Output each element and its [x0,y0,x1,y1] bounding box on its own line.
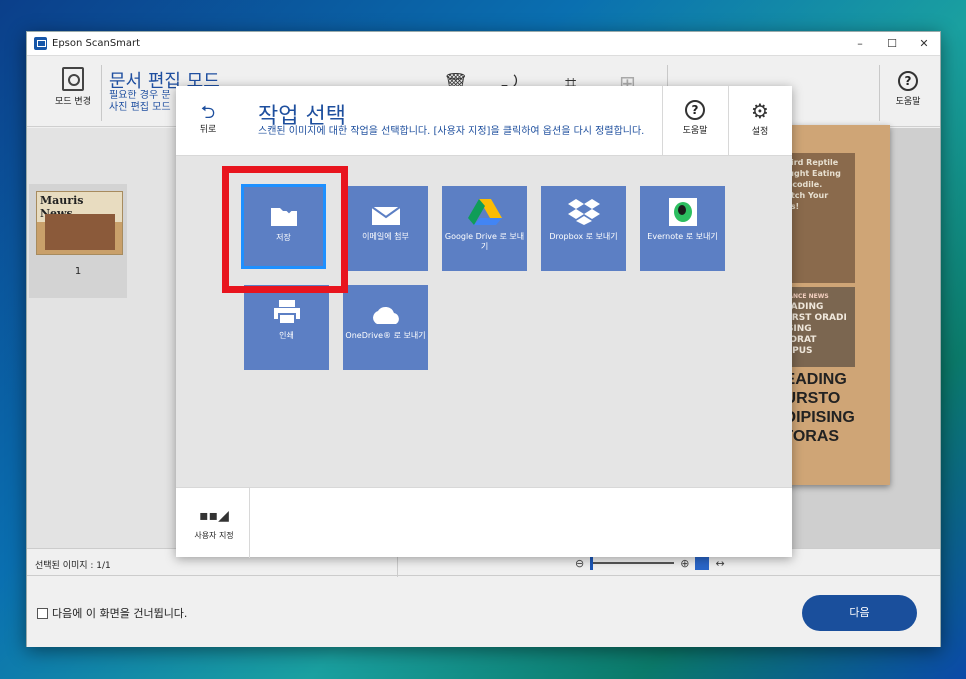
mode-desc-line-2: 사진 편집 모드 [109,102,171,113]
back-label: 뒤로 [199,125,217,135]
tile-label: 인쇄 [279,331,294,340]
maximize-button[interactable]: ☐ [876,37,908,50]
action-select-dialog: ⮌ 뒤로 작업 선택 스캔된 이미지에 대한 작업을 선택합니다. [사용자 지… [176,86,792,558]
evernote-icon [640,186,725,232]
window-title: Epson ScanSmart [52,38,141,49]
zoom-in-icon[interactable]: ⊕ [680,557,689,570]
folder-save-icon [244,187,323,233]
settings-button[interactable]: ⚙ 설정 [738,100,782,137]
mode-change-button[interactable]: 모드 변경 [43,65,103,120]
dialog-footer: ▪▪◢ 사용자 지정 [176,487,792,558]
tile-label: 저장 [276,233,291,242]
skip-label: 다음에 이 화면을 건너뜁니다. [52,607,188,620]
mode-description: 필요한 경우 문 사진 편집 모드 [109,90,179,114]
dialog-help-button[interactable]: ? 도움말 [673,100,717,136]
gear-icon: ⚙ [751,99,769,123]
close-button[interactable]: ✕ [908,37,940,50]
tile-label: Dropbox 로 보내기 [549,232,618,241]
next-button[interactable]: 다음 [802,595,917,631]
bottom-bar: 다음에 이 화면을 건너뜁니다. 다음 [27,577,940,647]
zoom-slider[interactable] [590,556,675,570]
fit-page-icon[interactable] [695,556,710,570]
app-icon [34,37,47,50]
envelope-icon [343,186,428,232]
tile-label: 이메일에 첨부 [362,232,409,241]
tile-google-drive[interactable]: Google Drive 로 보내기 [442,186,527,271]
help-icon: ? [898,71,918,91]
tile-evernote[interactable]: Evernote 로 보내기 [640,186,725,271]
title-bar: Epson ScanSmart – ☐ ✕ [27,32,940,56]
toolbar-divider [879,65,880,121]
selected-count: 선택된 이미지 : 1/1 [35,561,111,571]
skip-screen-checkbox[interactable]: 다음에 이 화면을 건너뜁니다. [37,605,187,621]
printer-icon [244,285,329,331]
tile-save[interactable]: 저장 [241,184,326,269]
help-button[interactable]: ? 도움말 [888,71,928,107]
help-label: 도움말 [895,97,921,107]
fit-width-icon[interactable]: ↔ [715,557,724,570]
onedrive-icon [343,285,428,331]
document-mode-icon [62,67,84,91]
thumbnail-photo [45,214,115,250]
tile-dropbox[interactable]: Dropbox 로 보내기 [541,186,626,271]
mode-change-label: 모드 변경 [55,97,91,107]
customize-button[interactable]: ▪▪◢ 사용자 지정 [184,508,244,541]
back-button[interactable]: ⮌ 뒤로 [190,102,226,136]
tile-label: Google Drive 로 보내기 [444,232,525,251]
toolbar-divider [101,65,102,121]
settings-label: 설정 [751,127,769,137]
mode-desc-line-1: 필요한 경우 문 [109,90,171,101]
page-thumbnail[interactable]: Mauris News 1 [29,184,127,298]
thumbnail-image: Mauris News [36,191,123,255]
tile-email[interactable]: 이메일에 첨부 [343,186,428,271]
footer-divider [249,488,250,558]
tile-label: Evernote 로 보내기 [647,232,718,241]
header-divider [728,86,729,156]
dialog-header: ⮌ 뒤로 작업 선택 스캔된 이미지에 대한 작업을 선택합니다. [사용자 지… [176,86,792,156]
tile-print[interactable]: 인쇄 [244,285,329,370]
header-divider [662,86,663,156]
checkbox-box[interactable] [37,607,48,619]
tile-onedrive[interactable]: OneDrive® 로 보내기 [343,285,428,370]
zoom-slider-handle[interactable] [590,556,594,570]
zoom-out-icon[interactable]: ⊖ [575,557,584,570]
page-number: 1 [74,266,82,277]
customize-label: 사용자 지정 [194,531,234,540]
tile-label: OneDrive® 로 보내기 [345,331,426,340]
dropbox-icon [541,186,626,232]
help-icon: ? [685,100,705,120]
dialog-description: 스캔된 이미지에 대한 작업을 선택합니다. [사용자 지정]을 클릭하여 옵션… [258,126,645,137]
back-arrow-icon: ⮌ [200,102,216,123]
zoom-controls: ⊖ ⊕ ↔ [575,556,725,570]
minimize-button[interactable]: – [844,37,876,50]
google-drive-icon [442,186,527,232]
customize-icon: ▪▪◢ [199,508,229,524]
dialog-help-label: 도움말 [682,126,708,136]
